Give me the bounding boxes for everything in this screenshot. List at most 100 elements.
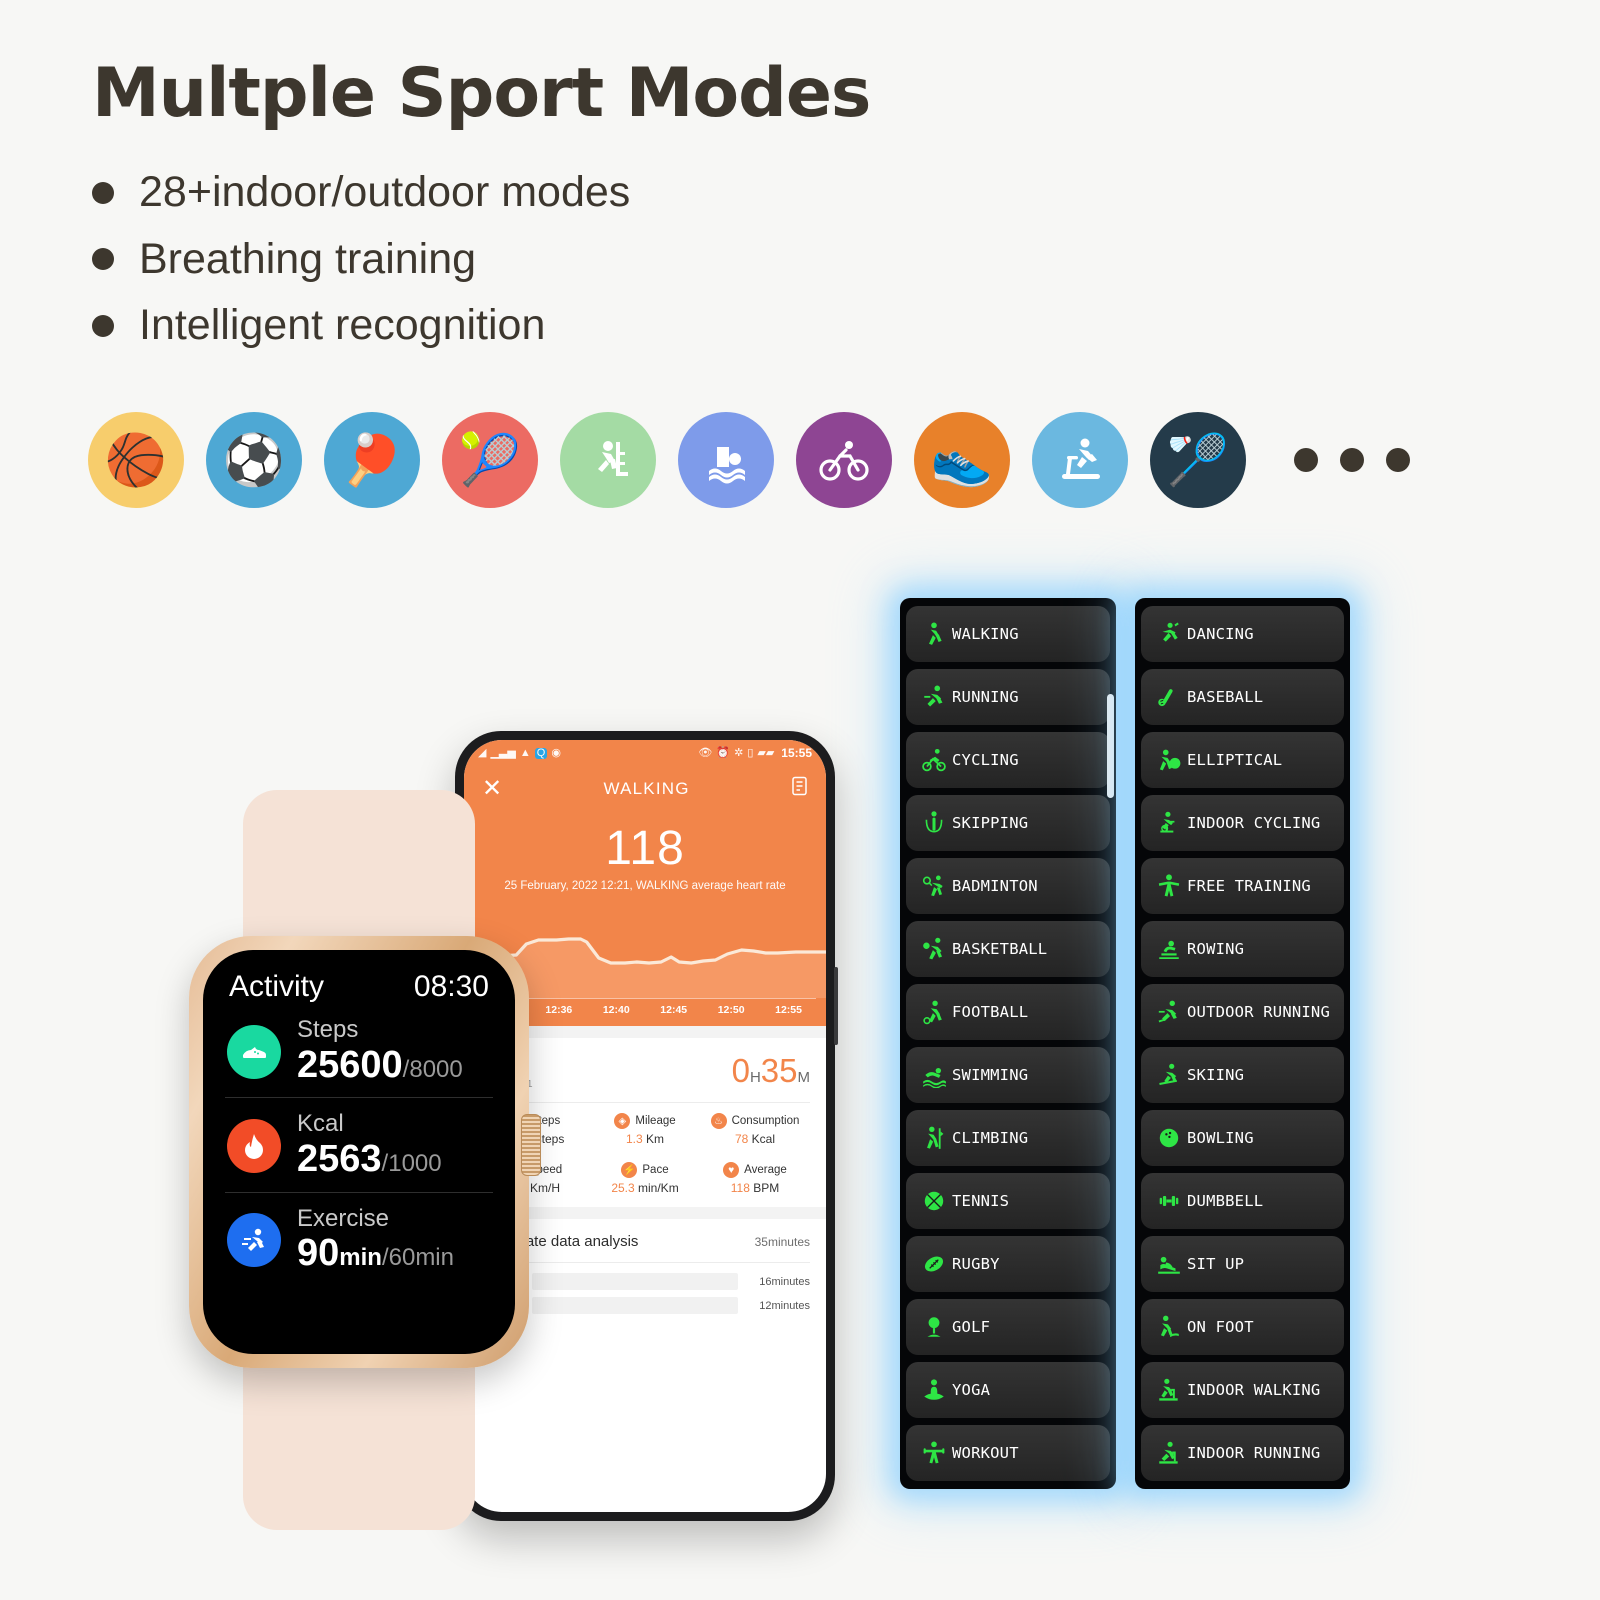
- phone-power-button[interactable]: [834, 967, 838, 1045]
- tennis-icon: 🎾: [442, 412, 538, 508]
- duration-readout: 0H35M: [732, 1052, 810, 1090]
- zone-value: 16minutes: [759, 1275, 810, 1288]
- swimming-icon: [678, 412, 774, 508]
- sport-mode-item[interactable]: BASKETBALL: [906, 921, 1110, 977]
- watch-metric-exercise[interactable]: Exercise 90min/60min: [225, 1191, 493, 1286]
- sport-mode-item[interactable]: RUGBY: [906, 1236, 1110, 1292]
- sport-mode-label: SKIPPING: [952, 814, 1029, 832]
- duration-minutes: 35: [760, 1052, 798, 1089]
- sit-up-icon: [1151, 1251, 1187, 1277]
- sport-mode-item[interactable]: INDOOR WALKING: [1141, 1362, 1344, 1418]
- stat-cell: ♥ Average 118 BPM: [700, 1162, 810, 1195]
- sport-mode-item[interactable]: TENNIS: [906, 1173, 1110, 1229]
- sport-mode-item[interactable]: OUTDOOR RUNNING: [1141, 984, 1344, 1040]
- sport-mode-item[interactable]: RUNNING: [906, 669, 1110, 725]
- on-foot-icon: [1151, 1314, 1187, 1340]
- sport-mode-item[interactable]: DUMBBELL: [1141, 1173, 1344, 1229]
- bullet-dot-icon: [92, 182, 114, 205]
- sport-mode-item[interactable]: BOWLING: [1141, 1110, 1344, 1166]
- sport-mode-item[interactable]: INDOOR RUNNING: [1141, 1425, 1344, 1481]
- golf-icon: [916, 1314, 952, 1340]
- stat-value: 1.3: [625, 1132, 643, 1146]
- running-icon: [916, 684, 952, 710]
- sport-mode-item[interactable]: YOGA: [906, 1362, 1110, 1418]
- sport-mode-item[interactable]: ELLIPTICAL: [1141, 732, 1344, 788]
- sport-mode-item[interactable]: WALKING: [906, 606, 1110, 662]
- basketball-icon: 🏀: [88, 412, 184, 508]
- watch-screen: Activity 08:30 Steps 25600/8000 Kcal 256…: [203, 950, 515, 1354]
- analysis-total: 35minutes: [754, 1235, 810, 1249]
- sport-mode-label: DUMBBELL: [1187, 1192, 1264, 1210]
- watch-metric-steps[interactable]: Steps 25600/8000: [225, 1004, 493, 1097]
- hero-section: Multple Sport Modes 28+indoor/outdoor mo…: [92, 58, 992, 368]
- sport-mode-label: BASEBALL: [1187, 688, 1264, 706]
- bullet-label: 28+indoor/outdoor modes: [139, 168, 631, 217]
- stat-unit: min/Km: [638, 1181, 679, 1195]
- dot-icon: [1340, 448, 1364, 472]
- axis-tick: 12:40: [602, 1004, 630, 1016]
- metric-goal: /8000: [402, 1055, 463, 1083]
- skipping-icon: [916, 810, 952, 836]
- stat-cell: ♨ Consumption 78 Kcal: [700, 1113, 810, 1146]
- battery-icon: ▰▰: [757, 746, 775, 759]
- watch-screen-title: Activity: [229, 970, 325, 1003]
- sport-mode-label: WALKING: [952, 625, 1019, 643]
- alarm-icon: ⏰: [716, 746, 731, 759]
- sport-mode-item[interactable]: ROWING: [1141, 921, 1344, 977]
- sport-mode-item[interactable]: CLIMBING: [906, 1110, 1110, 1166]
- sport-mode-item[interactable]: FREE TRAINING: [1141, 858, 1344, 914]
- sport-mode-label: BADMINTON: [952, 877, 1038, 895]
- sport-mode-list-left[interactable]: WALKING RUNNING CYCLING SKIPPING BADMINTON BA…: [900, 598, 1116, 1489]
- stat-value: 25.3: [611, 1181, 635, 1195]
- bullet-dot-icon: [92, 314, 114, 337]
- sport-mode-label: DANCING: [1187, 625, 1254, 643]
- stat-label: Mileage: [635, 1115, 676, 1127]
- sport-mode-item[interactable]: INDOOR CYCLING: [1141, 795, 1344, 851]
- sport-mode-item[interactable]: FOOTBALL: [906, 984, 1110, 1040]
- eye-icon: 👁: [698, 746, 713, 759]
- sport-mode-item[interactable]: ON FOOT: [1141, 1299, 1344, 1355]
- baseball-icon: [1151, 684, 1187, 710]
- signal-bars-icon: ▁▃▅: [490, 746, 516, 759]
- sport-mode-label: YOGA: [952, 1381, 991, 1399]
- pace-icon: ⚡: [621, 1162, 638, 1178]
- stat-label: Average: [744, 1164, 787, 1176]
- sport-mode-item[interactable]: GOLF: [906, 1299, 1110, 1355]
- watch-crown[interactable]: [521, 1114, 541, 1176]
- report-icon[interactable]: [791, 776, 808, 801]
- yoga-icon: [916, 1377, 952, 1403]
- list-scrollbar[interactable]: [1107, 694, 1114, 798]
- zone-track: [532, 1297, 738, 1314]
- sport-mode-item[interactable]: CYCLING: [906, 732, 1110, 788]
- cycling-icon: [796, 412, 892, 508]
- basketball-icon: [916, 936, 952, 962]
- sport-mode-list-right[interactable]: DANCING BASEBALL ELLIPTICAL INDOOR CYCLING F…: [1135, 598, 1350, 1489]
- dancing-icon: [1151, 621, 1187, 647]
- stat-unit: Kcal: [751, 1132, 776, 1146]
- sport-mode-item[interactable]: DANCING: [1141, 606, 1344, 662]
- phone-status-bar: ◢ ▁▃▅ ▲ Q ◉ 👁 ⏰ ✲ ▯ ▰▰ 15:55: [464, 740, 826, 766]
- rugby-icon: [916, 1251, 952, 1277]
- sport-mode-item[interactable]: SKIING: [1141, 1047, 1344, 1103]
- bullet-label: Intelligent recognition: [139, 300, 546, 349]
- sport-mode-label: INDOOR CYCLING: [1187, 814, 1321, 832]
- sport-mode-item[interactable]: BASEBALL: [1141, 669, 1344, 725]
- stat-value: 118: [730, 1181, 750, 1195]
- sport-mode-label: RUNNING: [952, 688, 1019, 706]
- page-title: Multple Sport Modes: [92, 54, 871, 133]
- sport-mode-label: ROWING: [1187, 940, 1245, 958]
- stat-label: Pace: [642, 1164, 669, 1176]
- watch-metric-kcal[interactable]: Kcal 2563/1000: [225, 1097, 493, 1191]
- sport-mode-item[interactable]: SIT UP: [1141, 1236, 1344, 1292]
- sport-mode-label: ELLIPTICAL: [1187, 751, 1283, 769]
- metric-goal: /1000: [381, 1149, 442, 1177]
- sport-mode-item[interactable]: SKIPPING: [906, 795, 1110, 851]
- sport-mode-item[interactable]: BADMINTON: [906, 858, 1110, 914]
- sport-mode-label: TENNIS: [952, 1192, 1010, 1210]
- sport-mode-label: ON FOOT: [1187, 1318, 1254, 1336]
- sport-mode-item[interactable]: WORKOUT: [906, 1425, 1110, 1481]
- skiing-icon: [1151, 1062, 1187, 1088]
- runner-icon: [227, 1213, 281, 1268]
- zone-value: 12minutes: [759, 1299, 810, 1312]
- sport-mode-item[interactable]: SWIMMING: [906, 1047, 1110, 1103]
